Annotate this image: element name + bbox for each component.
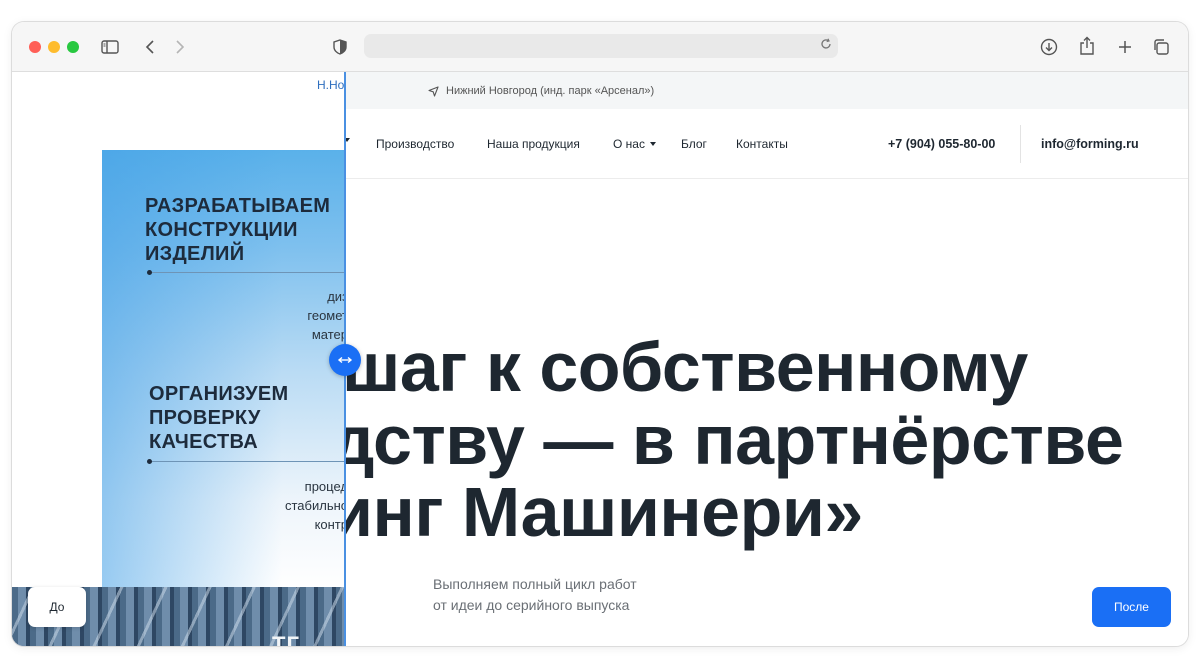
after-toggle-button[interactable]: После	[1092, 587, 1171, 627]
service-divider	[149, 272, 345, 273]
browser-toolbar	[12, 22, 1188, 72]
hero-title-line-3: инг Машинери»	[330, 473, 863, 551]
chevron-down-icon	[649, 142, 656, 146]
hero-title-line-2: дству — в партнёрстве	[330, 401, 1124, 479]
location-info[interactable]: Нижний Новгород (инд. парк «Арсенал»)	[428, 85, 654, 97]
page-viewport: Нижний Новгород (инд. парк «Арсенал») Пр…	[12, 72, 1188, 646]
new-tab-icon[interactable]	[1114, 36, 1136, 58]
forward-icon[interactable]	[170, 37, 190, 57]
download-icon[interactable]	[1038, 36, 1060, 58]
close-window-button[interactable]	[29, 41, 41, 53]
comparison-slider-handle[interactable]	[329, 344, 361, 376]
hero-subtitle-line-2: от идеи до серийного выпуска	[433, 597, 630, 613]
drag-arrows-icon	[337, 356, 353, 364]
nav-item-contacts[interactable]: Контакты	[736, 137, 788, 151]
shield-icon[interactable]	[330, 37, 350, 57]
hero-subtitle-line-1: Выполняем полный цикл работ	[433, 576, 637, 592]
factory-photo-caption: ТГ	[272, 632, 300, 646]
nav-divider	[1020, 125, 1021, 163]
back-icon[interactable]	[140, 37, 160, 57]
service-text-design: диз геомет матер	[307, 289, 345, 342]
phone-link[interactable]: +7 (904) 055-80-00	[888, 137, 995, 151]
nav-item-about[interactable]: О нас	[613, 137, 657, 151]
before-city-text: Н.Но	[317, 78, 345, 92]
minimize-window-button[interactable]	[48, 41, 60, 53]
service-text-quality: процед стабильно контр	[284, 479, 345, 532]
service-heading-design: РАЗРАБАТЫВАЕМ КОНСТРУКЦИИ ИЗДЕЛИЙ	[145, 195, 331, 265]
nav-item-about-label: О нас	[613, 137, 645, 151]
reload-icon[interactable]	[820, 38, 832, 50]
tab-overview-icon[interactable]	[1150, 36, 1172, 58]
address-bar[interactable]	[364, 34, 838, 58]
service-heading-quality: ОРГАНИЗУЕМ ПРОВЕРКУ КАЧЕСТВА	[149, 383, 289, 453]
sidebar-icon[interactable]	[100, 37, 120, 57]
before-toggle-button[interactable]: До	[28, 587, 86, 627]
service-dot	[147, 459, 152, 464]
location-arrow-icon	[428, 85, 439, 97]
location-text: Нижний Новгород (инд. парк «Арсенал»)	[446, 85, 655, 97]
email-link[interactable]: info@forming.ru	[1041, 137, 1139, 151]
zoom-window-button[interactable]	[67, 41, 79, 53]
share-icon[interactable]	[1076, 35, 1098, 57]
hero-title-line-1: шаг к собственному	[342, 328, 1028, 406]
browser-window: Нижний Новгород (инд. парк «Арсенал») Пр…	[12, 22, 1188, 646]
nav-item-products[interactable]: Наша продукция	[487, 137, 580, 151]
service-dot	[147, 270, 152, 275]
service-divider	[149, 461, 345, 462]
nav-item-production[interactable]: Производство	[376, 137, 454, 151]
before-site-pane: Н.Но РАЗРАБАТЫВАЕМ КОНСТРУКЦИИ ИЗДЕЛИЙ д…	[12, 72, 345, 646]
nav-item-blog[interactable]: Блог	[681, 137, 707, 151]
